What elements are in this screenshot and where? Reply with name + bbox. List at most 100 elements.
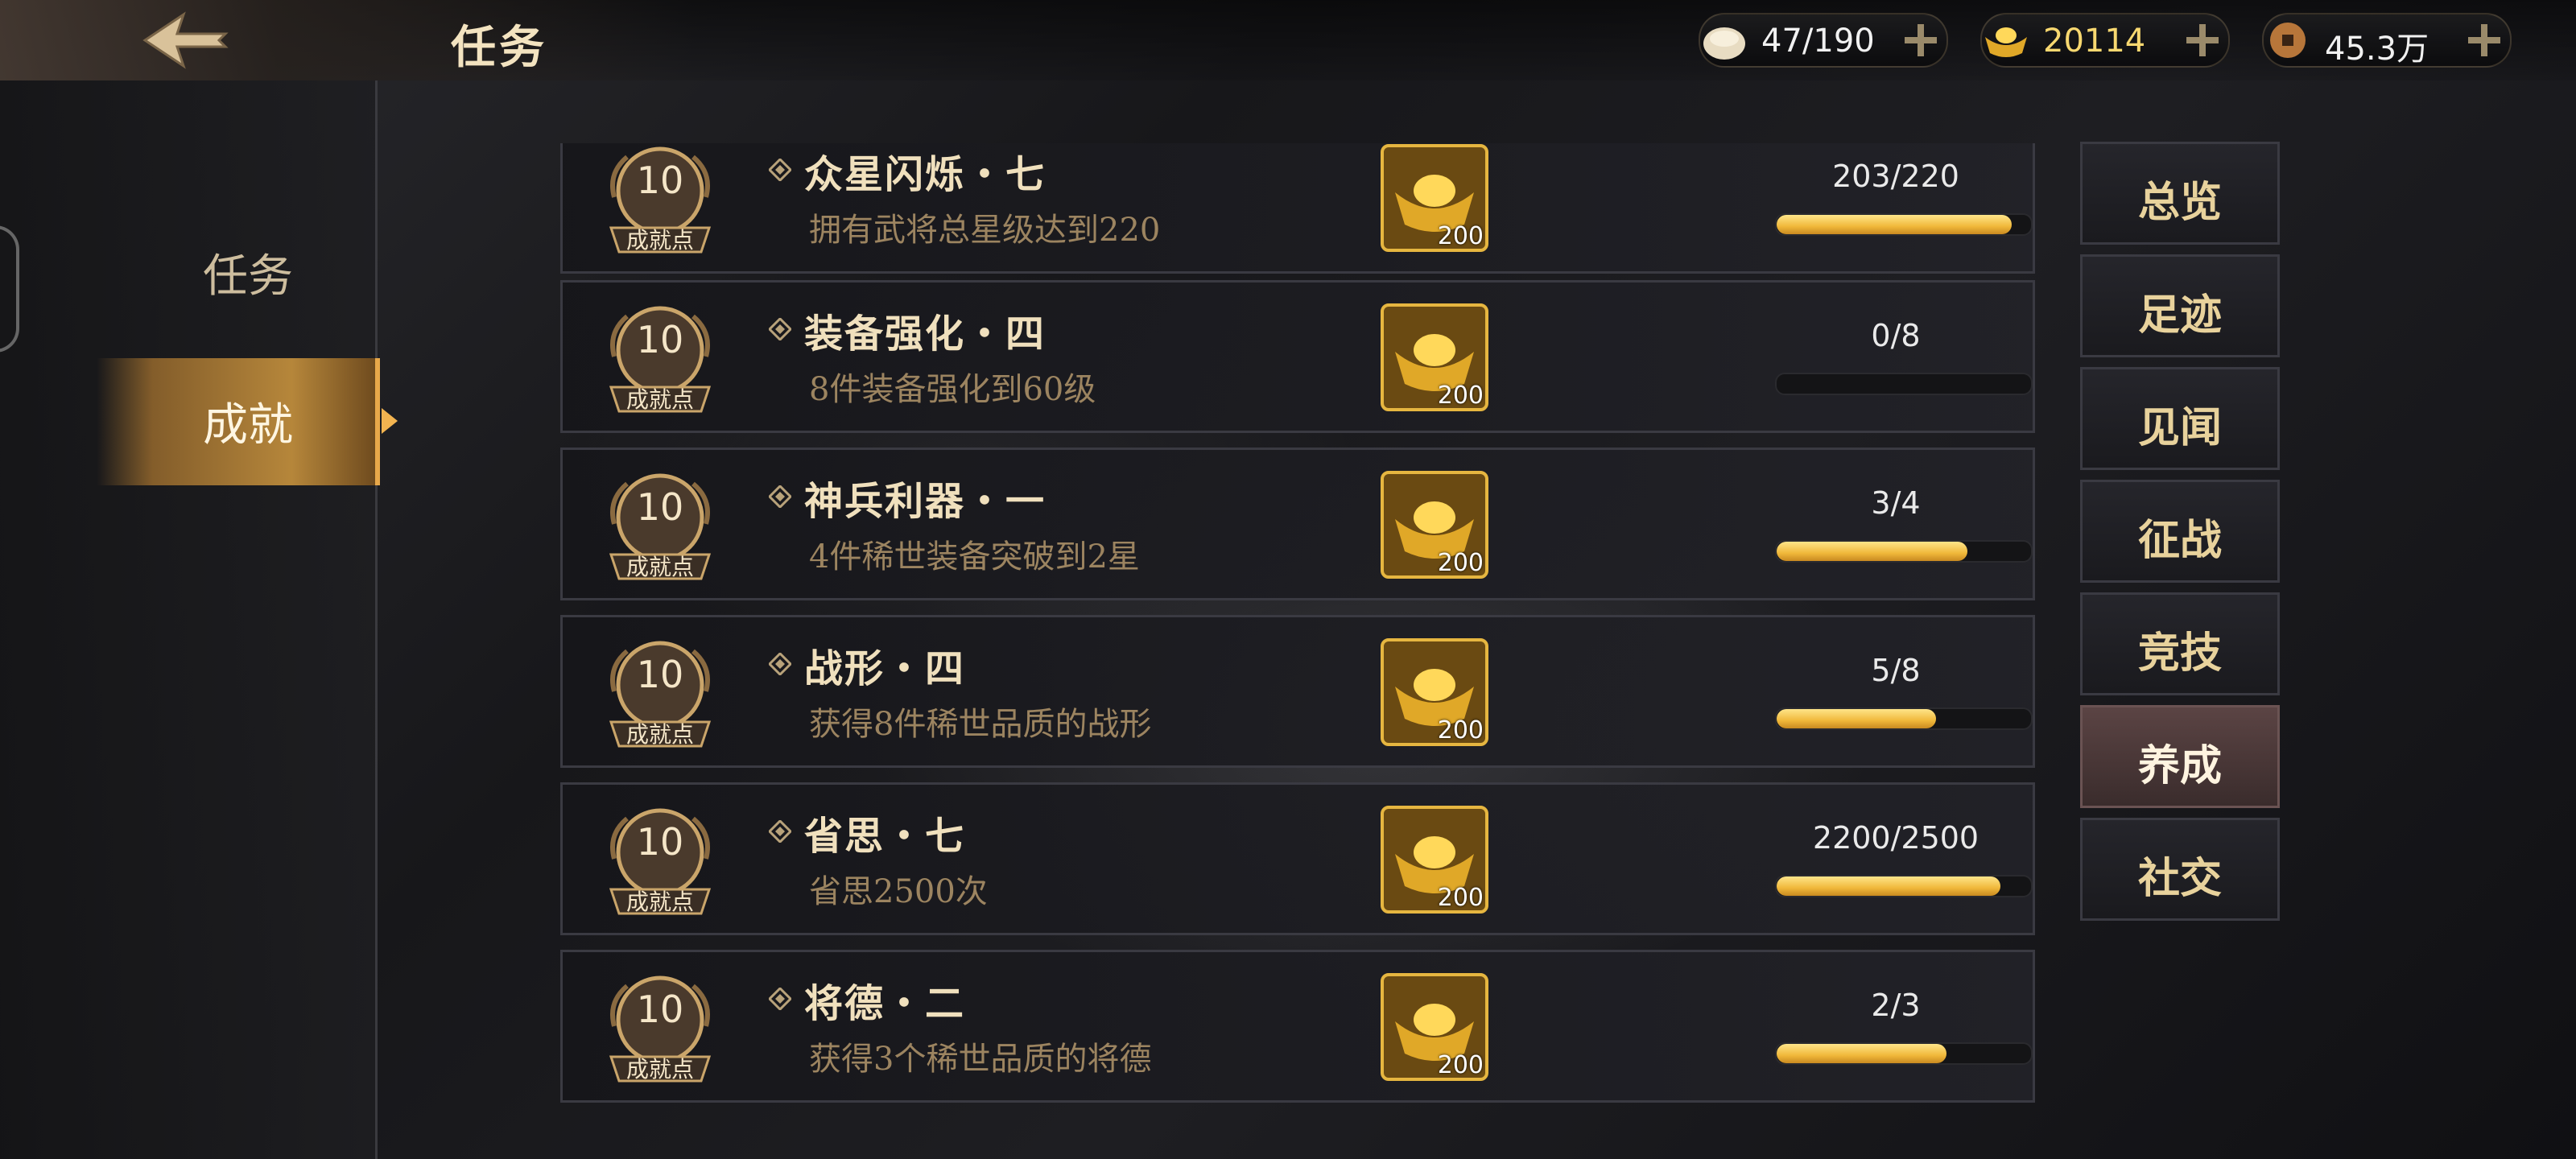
tab-social[interactable]: 社交 xyxy=(2080,818,2280,921)
progress-text: 5/8 xyxy=(1871,653,1921,688)
achievement-points-badge: 10 成就点 xyxy=(600,143,720,262)
diamond-bullet-icon xyxy=(769,318,791,340)
coin-icon xyxy=(2270,23,2306,58)
reward-gold-ingot[interactable]: 200 xyxy=(1381,806,1488,914)
progress-text: 2200/2500 xyxy=(1812,820,1979,856)
achievement-row: 10 成就点 神兵利器・一 4件稀世装备突破到2星 200 3/4 xyxy=(560,448,2035,600)
stamina-currency[interactable]: 47/190 xyxy=(1699,13,1948,68)
achievement-desc: 4件稀世装备突破到2星 xyxy=(809,538,1140,575)
points-value: 10 xyxy=(636,159,684,202)
achievement-list[interactable]: 10 成就点 众星闪烁・七 拥有武将总星级达到220 200 203/220 1… xyxy=(560,143,2038,1109)
nav-item-label: 任务 xyxy=(203,250,293,303)
nav-item-achievements[interactable]: 成就 xyxy=(97,358,398,485)
stamina-value: 47/190 xyxy=(1761,23,1875,60)
nav-item-tasks[interactable]: 任务 xyxy=(97,209,375,330)
coin-currency[interactable]: 45.3万 xyxy=(2262,13,2512,68)
progress-bar xyxy=(1775,213,2033,236)
achievement-desc: 拥有武将总星级达到220 xyxy=(809,212,1161,249)
points-value: 10 xyxy=(636,485,684,529)
back-button[interactable] xyxy=(137,10,233,71)
progress-bar xyxy=(1775,373,2033,395)
tab-overview[interactable]: 总览 xyxy=(2080,142,2280,245)
progress-text: 3/4 xyxy=(1871,485,1921,521)
points-label: 成就点 xyxy=(625,386,694,413)
steamed-bun-icon xyxy=(1703,27,1745,60)
achievement-row: 10 成就点 将德・二 获得3个稀世品质的将德 200 2/3 xyxy=(560,950,2035,1103)
points-label: 成就点 xyxy=(625,1056,694,1083)
diamond-bullet-icon xyxy=(769,653,791,675)
achievement-name: 神兵利器・一 xyxy=(804,479,1046,524)
achievement-points-badge: 10 成就点 xyxy=(600,802,720,923)
progress-text: 0/8 xyxy=(1871,318,1921,353)
progress-bar xyxy=(1775,707,2033,730)
points-value: 10 xyxy=(636,820,684,864)
progress-bar xyxy=(1775,1042,2033,1065)
achievement-row: 10 成就点 战形・四 获得8件稀世品质的战形 200 5/8 xyxy=(560,615,2035,768)
reward-gold-ingot[interactable]: 200 xyxy=(1381,144,1488,252)
achievement-row: 10 成就点 众星闪烁・七 拥有武将总星级达到220 200 203/220 xyxy=(560,143,2035,274)
tab-knowledge[interactable]: 见闻 xyxy=(2080,367,2280,470)
add-stamina-icon[interactable] xyxy=(1900,19,1942,61)
reward-count: 200 xyxy=(1437,884,1484,912)
points-value: 10 xyxy=(636,318,684,361)
nav-item-label: 成就 xyxy=(203,399,293,452)
achievement-points-badge: 10 成就点 xyxy=(600,468,720,588)
progress-bar xyxy=(1775,540,2033,563)
achievement-desc: 8件装备强化到60级 xyxy=(809,371,1096,408)
tab-label: 养成 xyxy=(2137,741,2222,790)
gold-ingot-icon xyxy=(1985,27,2027,57)
progress-text: 203/220 xyxy=(1832,159,1959,194)
progress-fill xyxy=(1777,876,2001,896)
progress-fill xyxy=(1777,709,1936,728)
reward-gold-ingot[interactable]: 200 xyxy=(1381,638,1488,746)
tab-label: 竞技 xyxy=(2137,629,2222,678)
achievement-points-badge: 10 成就点 xyxy=(600,635,720,756)
achievement-name: 战形・四 xyxy=(804,646,966,691)
tab-label: 总览 xyxy=(2137,178,2222,227)
reward-gold-ingot[interactable]: 200 xyxy=(1381,471,1488,579)
tab-label: 见闻 xyxy=(2137,403,2222,452)
page-title: 任务 xyxy=(451,21,547,74)
back-arrow-icon xyxy=(142,11,229,69)
points-value: 10 xyxy=(636,653,684,696)
reward-gold-ingot[interactable]: 200 xyxy=(1381,303,1488,411)
achievement-points-badge: 10 成就点 xyxy=(600,300,720,421)
left-nav: 任务 成就 xyxy=(0,80,398,1159)
gold-ingot-value: 20114 xyxy=(2043,23,2146,60)
selected-arrow-icon xyxy=(382,408,398,434)
reward-count: 200 xyxy=(1437,382,1484,410)
tab-footprints[interactable]: 足迹 xyxy=(2080,254,2280,357)
diamond-bullet-icon xyxy=(769,159,791,181)
reward-gold-ingot[interactable]: 200 xyxy=(1381,973,1488,1081)
tab-label: 征战 xyxy=(2137,516,2222,565)
progress-text: 2/3 xyxy=(1871,988,1921,1023)
add-coin-icon[interactable] xyxy=(2463,19,2505,61)
points-label: 成就点 xyxy=(625,721,694,748)
gold-ingot-currency[interactable]: 20114 xyxy=(1980,13,2230,68)
progress-fill xyxy=(1777,215,2012,234)
achievement-row: 10 成就点 省思・七 省思2500次 200 2200/2500 xyxy=(560,782,2035,935)
points-label: 成就点 xyxy=(625,554,694,580)
diamond-bullet-icon xyxy=(769,485,791,508)
progress-fill xyxy=(1777,542,1967,561)
achievement-desc: 获得8件稀世品质的战形 xyxy=(809,706,1152,743)
tab-label: 社交 xyxy=(2137,854,2222,903)
reward-count: 200 xyxy=(1437,716,1484,744)
tab-label: 足迹 xyxy=(2137,291,2222,340)
top-bar: 任务 47/190 20114 45.3万 xyxy=(0,0,2576,80)
achievement-name: 众星闪烁・七 xyxy=(804,152,1046,197)
reward-count: 200 xyxy=(1437,549,1484,577)
achievement-name: 装备强化・四 xyxy=(804,311,1046,357)
achievement-row: 10 成就点 装备强化・四 8件装备强化到60级 200 0/8 xyxy=(560,280,2035,433)
side-drawer-handle[interactable] xyxy=(0,225,19,353)
tab-campaign[interactable]: 征战 xyxy=(2080,480,2280,583)
diamond-bullet-icon xyxy=(769,988,791,1010)
progress-fill xyxy=(1777,1044,1946,1063)
tab-cultivation[interactable]: 养成 xyxy=(2080,705,2280,808)
add-gold-icon[interactable] xyxy=(2182,19,2223,61)
points-label: 成就点 xyxy=(625,889,694,915)
tab-arena[interactable]: 竞技 xyxy=(2080,592,2280,695)
reward-count: 200 xyxy=(1437,222,1484,250)
reward-count: 200 xyxy=(1437,1051,1484,1079)
achievement-desc: 省思2500次 xyxy=(809,873,988,910)
